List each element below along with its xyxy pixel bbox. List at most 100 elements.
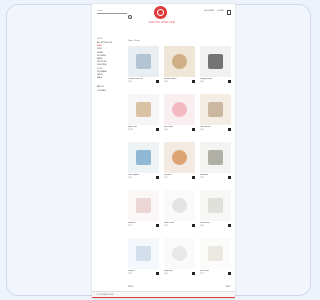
product-card[interactable]: Knit Blanket € 46	[200, 190, 231, 232]
product-image[interactable]	[128, 94, 159, 125]
product-image[interactable]	[164, 142, 195, 173]
product-card[interactable]: Hanging Lamp € 89	[200, 46, 231, 88]
product-name[interactable]: Bath Towel	[200, 270, 226, 272]
product-price: € 89	[200, 81, 204, 83]
search-field[interactable]: search	[97, 10, 132, 19]
sidebar-heading: SHOP	[97, 38, 103, 40]
add-to-cart-icon[interactable]	[228, 224, 231, 227]
product-image[interactable]	[200, 94, 231, 125]
product-shape	[208, 150, 223, 165]
product-price: € 78	[200, 177, 204, 179]
product-price: € 46	[200, 225, 204, 227]
product-name[interactable]: Romper	[128, 270, 154, 272]
product-price: € 18	[164, 225, 168, 227]
product-name[interactable]: Muslin Cloth	[164, 222, 190, 224]
product-card[interactable]: Color Spoons € 16	[128, 142, 159, 184]
product-card[interactable]: Baby Chair € 120	[128, 94, 159, 136]
add-to-cart-icon[interactable]	[156, 128, 159, 131]
login-link[interactable]: LOGIN	[217, 10, 223, 15]
product-card[interactable]: Play Mat € 55	[164, 142, 195, 184]
brand-name[interactable]: KOPPA ATELIER	[137, 20, 187, 24]
product-image[interactable]	[128, 142, 159, 173]
product-name[interactable]: Baby Chair	[128, 126, 154, 128]
cart-icon[interactable]	[226, 10, 231, 15]
add-to-cart-icon[interactable]	[228, 80, 231, 83]
product-image[interactable]	[128, 190, 159, 221]
product-image[interactable]	[164, 46, 195, 77]
add-to-cart-icon[interactable]	[156, 80, 159, 83]
product-shape	[208, 102, 223, 117]
next-page-link[interactable]: NEXT	[226, 286, 231, 288]
product-shape	[172, 246, 187, 261]
product-card[interactable]: Bath Towel € 27	[200, 238, 231, 280]
add-to-cart-icon[interactable]	[156, 272, 159, 275]
product-shape	[136, 150, 151, 165]
add-to-cart-icon[interactable]	[228, 128, 231, 131]
logo-mark-icon	[157, 9, 164, 16]
product-price: € 24	[128, 81, 132, 83]
product-name[interactable]: Wooden Blocks	[164, 78, 190, 80]
product-image[interactable]	[164, 190, 195, 221]
product-image[interactable]	[128, 46, 159, 77]
product-price: € 27	[200, 273, 204, 275]
add-to-cart-icon[interactable]	[192, 80, 195, 83]
product-grid: Ceramic Plate Set € 24 Wooden Blocks € 38 Ha…	[128, 46, 231, 280]
add-to-cart-icon[interactable]	[156, 224, 159, 227]
product-name[interactable]: Ceramic Plate Set	[128, 78, 154, 80]
search-icon[interactable]	[128, 15, 132, 19]
product-name[interactable]: Color Spoons	[128, 174, 154, 176]
product-image[interactable]	[164, 94, 195, 125]
add-to-cart-icon[interactable]	[192, 224, 195, 227]
product-card[interactable]: Ceramic Plate Set € 24	[128, 46, 159, 88]
top-nav: ACCOUNT LOGIN	[204, 10, 231, 15]
add-to-cart-icon[interactable]	[192, 176, 195, 179]
product-shape	[208, 198, 223, 213]
product-price: € 38	[164, 81, 168, 83]
product-card[interactable]: Sleep Sack € 49	[164, 238, 195, 280]
product-image[interactable]	[200, 142, 231, 173]
product-shape	[172, 54, 187, 69]
product-price: € 49	[164, 273, 168, 275]
product-price: € 120	[128, 129, 133, 131]
product-card[interactable]: Nest Pillow € 64	[164, 94, 195, 136]
product-image[interactable]	[200, 238, 231, 269]
product-name[interactable]: Sleep Sack	[164, 270, 190, 272]
product-name[interactable]: Hanging Lamp	[200, 78, 226, 80]
product-shape	[136, 54, 151, 69]
product-card[interactable]: Muslin Cloth € 18	[164, 190, 195, 232]
product-name[interactable]: Knit Blanket	[200, 222, 226, 224]
product-card[interactable]: Baby Bib € 12	[128, 190, 159, 232]
add-to-cart-icon[interactable]	[192, 272, 195, 275]
product-name[interactable]: Baby Bib	[128, 222, 154, 224]
brand-logo[interactable]	[154, 6, 167, 19]
product-image[interactable]	[200, 190, 231, 221]
product-shape	[208, 246, 223, 261]
category-sidebar: SHOP ALL PRODUCTS BABY KIDS HOME KITCHEN BATH…	[97, 38, 125, 93]
product-price: € 12	[128, 225, 132, 227]
product-name[interactable]: Hammock	[200, 174, 226, 176]
product-image[interactable]	[200, 46, 231, 77]
product-card[interactable]: Romper € 29	[128, 238, 159, 280]
pagination: PREV NEXT	[128, 286, 231, 288]
product-name[interactable]: Linen Basket	[200, 126, 226, 128]
product-name[interactable]: Nest Pillow	[164, 126, 190, 128]
product-price: € 55	[164, 177, 168, 179]
product-card[interactable]: Hammock € 78	[200, 142, 231, 184]
store-page: search KOPPA ATELIER ACCOUNT LOGIN SHOP …	[92, 4, 235, 298]
search-placeholder: search	[97, 10, 104, 12]
add-to-cart-icon[interactable]	[228, 176, 231, 179]
prev-page-link[interactable]: PREV	[128, 286, 133, 288]
product-card[interactable]: Linen Basket € 42	[200, 94, 231, 136]
add-to-cart-icon[interactable]	[192, 128, 195, 131]
add-to-cart-icon[interactable]	[156, 176, 159, 179]
add-to-cart-icon[interactable]	[228, 272, 231, 275]
product-shape	[136, 198, 151, 213]
footer: © KOPPA ATELIER	[92, 291, 235, 298]
product-image[interactable]	[128, 238, 159, 269]
product-name[interactable]: Play Mat	[164, 174, 190, 176]
account-link[interactable]: ACCOUNT	[204, 10, 214, 15]
product-card[interactable]: Wooden Blocks € 38	[164, 46, 195, 88]
product-image[interactable]	[164, 238, 195, 269]
product-shape	[172, 150, 187, 165]
sidebar-item-contact[interactable]: CONTACT	[97, 90, 125, 93]
